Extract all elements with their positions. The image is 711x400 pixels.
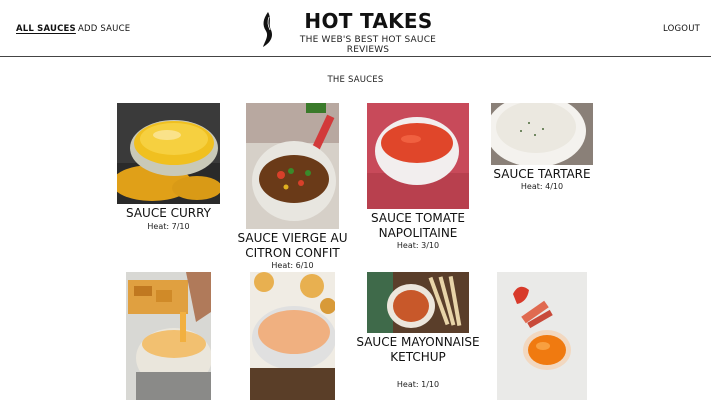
sauce-heat: Heat: 1/10 — [396, 380, 440, 389]
section-title: THE SAUCES — [327, 75, 384, 85]
sauce-card-dip[interactable] — [126, 272, 211, 400]
sauce-image[interactable] — [491, 103, 593, 165]
sauce-heat: Heat: 3/10 — [396, 241, 440, 250]
sauce-card-mayo-ketchup[interactable]: SAUCE MAYONNAISE KETCHUP Heat: 1/10 — [356, 272, 480, 400]
sauce-card-curry[interactable]: SAUCE CURRY Heat: 7/10 — [117, 103, 220, 233]
sauce-image[interactable] — [497, 272, 587, 400]
dip-sauce-photo — [126, 272, 211, 400]
sauce-image[interactable] — [246, 103, 339, 229]
sauce-image[interactable] — [367, 103, 469, 209]
mayo-ketchup-sauce-photo — [367, 272, 469, 333]
sauce-image[interactable] — [250, 272, 335, 400]
sauce-heat: Heat: 7/10 — [147, 222, 190, 231]
sauce-card-bowl[interactable] — [250, 272, 335, 400]
nav-all-sauces[interactable]: ALL SAUCES — [16, 24, 76, 34]
pepper-sauce-photo — [497, 272, 587, 400]
sauce-image[interactable] — [367, 272, 469, 333]
sauce-name: SAUCE VIERGE AU CITRON CONFIT — [237, 231, 348, 260]
sauce-card-tartare[interactable]: SAUCE TARTARE Heat: 4/10 — [491, 103, 593, 193]
sauce-name: SAUCE CURRY — [125, 206, 211, 220]
sauce-heat: Heat: 6/10 — [271, 261, 314, 270]
sauce-image[interactable] — [117, 103, 220, 204]
brand-title: HOT TAKES — [304, 9, 433, 33]
sauce-card-vierge[interactable]: SAUCE VIERGE AU CITRON CONFIT Heat: 6/10 — [238, 103, 347, 273]
sauce-card-pepper[interactable] — [497, 272, 587, 400]
logout-button[interactable]: LOGOUT — [663, 24, 700, 34]
brand-subtitle: THE WEB'S BEST HOT SAUCE REVIEWS — [299, 35, 437, 55]
tartare-sauce-photo — [491, 103, 593, 165]
sauce-heat: Heat: 4/10 — [520, 182, 564, 191]
sauce-name: SAUCE MAYONNAISE KETCHUP — [356, 335, 480, 364]
vierge-sauce-photo — [246, 103, 339, 229]
curry-sauce-photo — [117, 103, 220, 204]
tomate-sauce-photo — [367, 103, 469, 209]
sauce-name: SAUCE TARTARE — [493, 167, 591, 181]
flame-logo-icon — [263, 12, 273, 47]
nav-add-sauce[interactable]: ADD SAUCE — [78, 24, 130, 34]
bowl-sauce-photo — [250, 272, 335, 400]
sauce-card-tomate[interactable]: SAUCE TOMATE NAPOLITAINE Heat: 3/10 — [367, 103, 469, 253]
sauce-image[interactable] — [126, 272, 211, 400]
sauce-name: SAUCE TOMATE NAPOLITAINE — [371, 211, 465, 240]
app-header: ALL SAUCES ADD SAUCE HOT TAKES THE WEB'S… — [0, 0, 711, 57]
